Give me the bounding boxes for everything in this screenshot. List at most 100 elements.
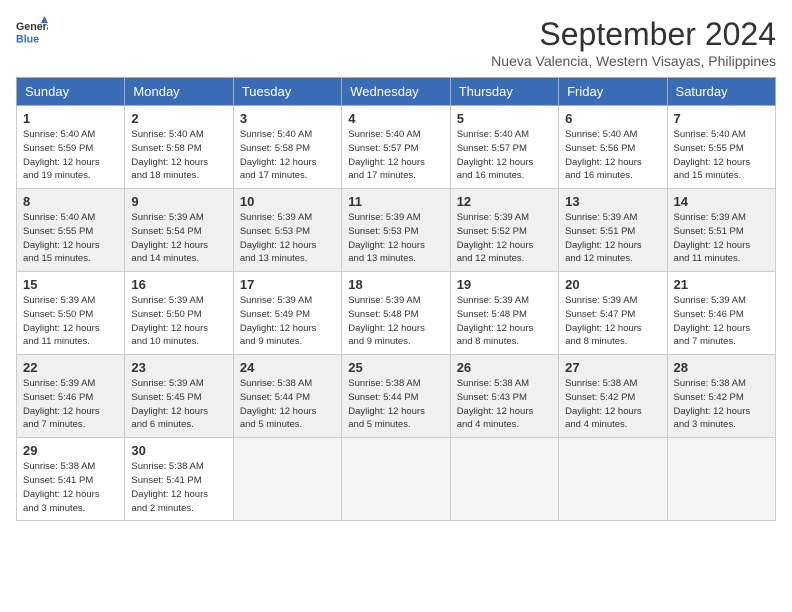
day-info: Sunrise: 5:38 AM Sunset: 5:42 PM Dayligh… xyxy=(565,377,660,432)
day-number: 17 xyxy=(240,277,335,292)
calendar-day: 2 Sunrise: 5:40 AM Sunset: 5:58 PM Daylig… xyxy=(125,106,233,189)
day-info: Sunrise: 5:38 AM Sunset: 5:41 PM Dayligh… xyxy=(131,460,226,515)
day-info: Sunrise: 5:38 AM Sunset: 5:44 PM Dayligh… xyxy=(240,377,335,432)
calendar: SundayMondayTuesdayWednesdayThursdayFrid… xyxy=(16,77,776,521)
day-number: 14 xyxy=(674,194,769,209)
day-number: 24 xyxy=(240,360,335,375)
calendar-day: 16 Sunrise: 5:39 AM Sunset: 5:50 PM Dayli… xyxy=(125,272,233,355)
calendar-day: 20 Sunrise: 5:39 AM Sunset: 5:47 PM Dayli… xyxy=(559,272,667,355)
day-number: 7 xyxy=(674,111,769,126)
day-number: 30 xyxy=(131,443,226,458)
header-row: SundayMondayTuesdayWednesdayThursdayFrid… xyxy=(17,78,776,106)
calendar-day: 9Sunrise: 5:39 AM Sunset: 5:54 PM Daylig… xyxy=(125,189,233,272)
day-number: 15 xyxy=(23,277,118,292)
logo: General Blue xyxy=(16,16,48,48)
calendar-day: 15 Sunrise: 5:39 AM Sunset: 5:50 PM Dayli… xyxy=(17,272,125,355)
calendar-day: 13 Sunrise: 5:39 AM Sunset: 5:51 PM Dayli… xyxy=(559,189,667,272)
day-number: 1 xyxy=(23,111,118,126)
calendar-day: 7 Sunrise: 5:40 AM Sunset: 5:55 PM Daylig… xyxy=(667,106,775,189)
day-number: 26 xyxy=(457,360,552,375)
calendar-day: 5Sunrise: 5:40 AM Sunset: 5:57 PM Daylig… xyxy=(450,106,558,189)
logo-icon: General Blue xyxy=(16,16,48,48)
day-number: 3 xyxy=(240,111,335,126)
calendar-day: 23 Sunrise: 5:39 AM Sunset: 5:45 PM Dayli… xyxy=(125,355,233,438)
day-info: Sunrise: 5:39 AM Sunset: 5:48 PM Dayligh… xyxy=(457,294,552,349)
day-info: Sunrise: 5:38 AM Sunset: 5:41 PM Dayligh… xyxy=(23,460,118,515)
day-info: Sunrise: 5:39 AM Sunset: 5:46 PM Dayligh… xyxy=(674,294,769,349)
day-number: 22 xyxy=(23,360,118,375)
calendar-day: 11Sunrise: 5:39 AM Sunset: 5:53 PM Dayli… xyxy=(342,189,450,272)
day-number: 10 xyxy=(240,194,335,209)
day-header-friday: Friday xyxy=(559,78,667,106)
day-number: 23 xyxy=(131,360,226,375)
month-title: September 2024 xyxy=(491,16,776,53)
calendar-day: 8 Sunrise: 5:40 AM Sunset: 5:55 PM Daylig… xyxy=(17,189,125,272)
week-row: 1 Sunrise: 5:40 AM Sunset: 5:59 PM Daylig… xyxy=(17,106,776,189)
calendar-day: 6 Sunrise: 5:40 AM Sunset: 5:56 PM Daylig… xyxy=(559,106,667,189)
day-info: Sunrise: 5:40 AM Sunset: 5:56 PM Dayligh… xyxy=(565,128,660,183)
calendar-day: 4 Sunrise: 5:40 AM Sunset: 5:57 PM Daylig… xyxy=(342,106,450,189)
week-row: 22Sunrise: 5:39 AM Sunset: 5:46 PM Dayli… xyxy=(17,355,776,438)
day-info: Sunrise: 5:40 AM Sunset: 5:58 PM Dayligh… xyxy=(131,128,226,183)
day-header-wednesday: Wednesday xyxy=(342,78,450,106)
day-number: 18 xyxy=(348,277,443,292)
day-info: Sunrise: 5:40 AM Sunset: 5:55 PM Dayligh… xyxy=(23,211,118,266)
day-number: 21 xyxy=(674,277,769,292)
calendar-day: 10 Sunrise: 5:39 AM Sunset: 5:53 PM Dayli… xyxy=(233,189,341,272)
calendar-day: 22Sunrise: 5:39 AM Sunset: 5:46 PM Dayli… xyxy=(17,355,125,438)
calendar-day: 1 Sunrise: 5:40 AM Sunset: 5:59 PM Daylig… xyxy=(17,106,125,189)
day-header-monday: Monday xyxy=(125,78,233,106)
day-info: Sunrise: 5:38 AM Sunset: 5:44 PM Dayligh… xyxy=(348,377,443,432)
day-info: Sunrise: 5:39 AM Sunset: 5:45 PM Dayligh… xyxy=(131,377,226,432)
calendar-day xyxy=(450,438,558,521)
day-info: Sunrise: 5:39 AM Sunset: 5:49 PM Dayligh… xyxy=(240,294,335,349)
day-info: Sunrise: 5:39 AM Sunset: 5:51 PM Dayligh… xyxy=(565,211,660,266)
day-info: Sunrise: 5:38 AM Sunset: 5:42 PM Dayligh… xyxy=(674,377,769,432)
day-number: 13 xyxy=(565,194,660,209)
calendar-day: 14 Sunrise: 5:39 AM Sunset: 5:51 PM Dayli… xyxy=(667,189,775,272)
day-number: 29 xyxy=(23,443,118,458)
day-number: 20 xyxy=(565,277,660,292)
day-info: Sunrise: 5:39 AM Sunset: 5:48 PM Dayligh… xyxy=(348,294,443,349)
calendar-day xyxy=(342,438,450,521)
calendar-day: 26 Sunrise: 5:38 AM Sunset: 5:43 PM Dayli… xyxy=(450,355,558,438)
day-info: Sunrise: 5:39 AM Sunset: 5:53 PM Dayligh… xyxy=(348,211,443,266)
location: Nueva Valencia, Western Visayas, Philipp… xyxy=(491,53,776,69)
day-number: 16 xyxy=(131,277,226,292)
day-info: Sunrise: 5:39 AM Sunset: 5:50 PM Dayligh… xyxy=(131,294,226,349)
day-info: Sunrise: 5:39 AM Sunset: 5:53 PM Dayligh… xyxy=(240,211,335,266)
week-row: 29 Sunrise: 5:38 AM Sunset: 5:41 PM Dayli… xyxy=(17,438,776,521)
day-info: Sunrise: 5:38 AM Sunset: 5:43 PM Dayligh… xyxy=(457,377,552,432)
day-number: 2 xyxy=(131,111,226,126)
week-row: 8 Sunrise: 5:40 AM Sunset: 5:55 PM Daylig… xyxy=(17,189,776,272)
day-info: Sunrise: 5:39 AM Sunset: 5:47 PM Dayligh… xyxy=(565,294,660,349)
day-number: 9 xyxy=(131,194,226,209)
calendar-day: 19Sunrise: 5:39 AM Sunset: 5:48 PM Dayli… xyxy=(450,272,558,355)
calendar-day: 3 Sunrise: 5:40 AM Sunset: 5:58 PM Daylig… xyxy=(233,106,341,189)
day-number: 12 xyxy=(457,194,552,209)
day-info: Sunrise: 5:40 AM Sunset: 5:57 PM Dayligh… xyxy=(348,128,443,183)
calendar-day xyxy=(233,438,341,521)
day-number: 27 xyxy=(565,360,660,375)
calendar-day: 12Sunrise: 5:39 AM Sunset: 5:52 PM Dayli… xyxy=(450,189,558,272)
day-number: 4 xyxy=(348,111,443,126)
day-info: Sunrise: 5:40 AM Sunset: 5:57 PM Dayligh… xyxy=(457,128,552,183)
calendar-day: 24 Sunrise: 5:38 AM Sunset: 5:44 PM Dayli… xyxy=(233,355,341,438)
day-header-saturday: Saturday xyxy=(667,78,775,106)
day-number: 28 xyxy=(674,360,769,375)
day-info: Sunrise: 5:40 AM Sunset: 5:59 PM Dayligh… xyxy=(23,128,118,183)
day-number: 25 xyxy=(348,360,443,375)
day-header-tuesday: Tuesday xyxy=(233,78,341,106)
calendar-day: 27 Sunrise: 5:38 AM Sunset: 5:42 PM Dayli… xyxy=(559,355,667,438)
day-number: 6 xyxy=(565,111,660,126)
calendar-day: 18 Sunrise: 5:39 AM Sunset: 5:48 PM Dayli… xyxy=(342,272,450,355)
day-number: 8 xyxy=(23,194,118,209)
week-row: 15 Sunrise: 5:39 AM Sunset: 5:50 PM Dayli… xyxy=(17,272,776,355)
day-info: Sunrise: 5:39 AM Sunset: 5:50 PM Dayligh… xyxy=(23,294,118,349)
day-header-sunday: Sunday xyxy=(17,78,125,106)
header: General Blue September 2024 Nueva Valenc… xyxy=(16,16,776,69)
day-header-thursday: Thursday xyxy=(450,78,558,106)
day-info: Sunrise: 5:40 AM Sunset: 5:58 PM Dayligh… xyxy=(240,128,335,183)
day-info: Sunrise: 5:39 AM Sunset: 5:51 PM Dayligh… xyxy=(674,211,769,266)
day-info: Sunrise: 5:40 AM Sunset: 5:55 PM Dayligh… xyxy=(674,128,769,183)
